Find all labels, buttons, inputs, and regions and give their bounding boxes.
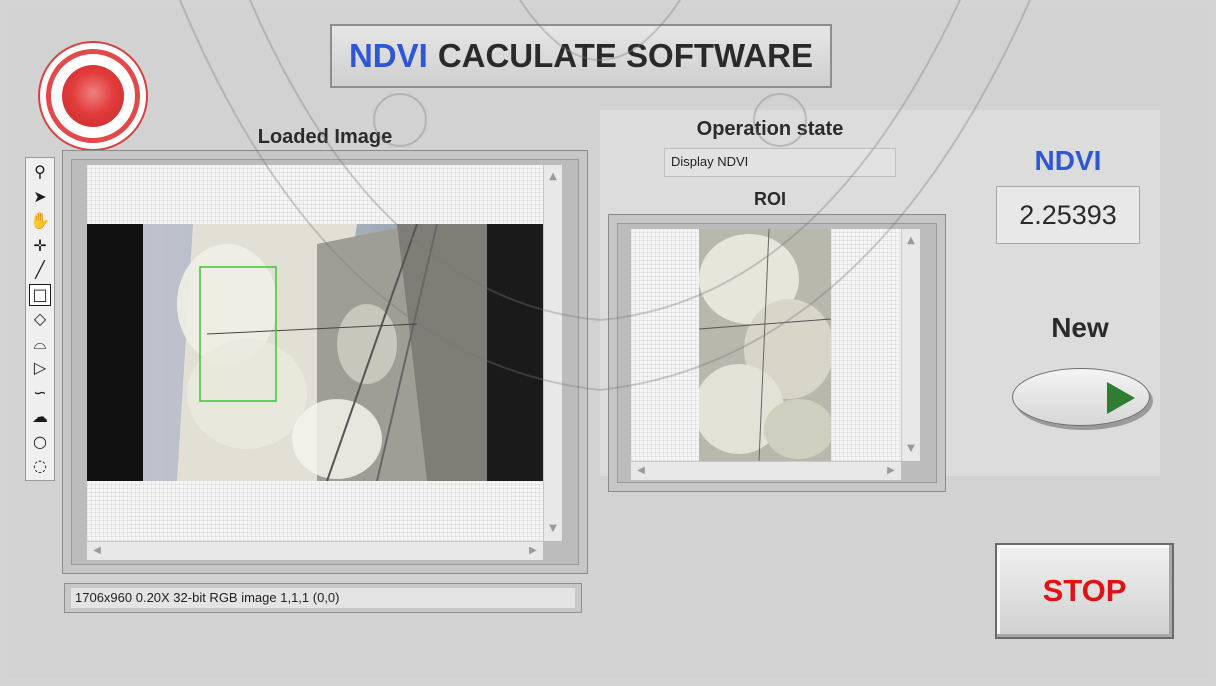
select-arrow-icon[interactable]: ➤: [29, 186, 51, 208]
polygon-icon[interactable]: ▷: [29, 357, 51, 379]
annulus-icon[interactable]: ⌓: [29, 333, 51, 355]
ndvi-value-indicator: 2.25393: [996, 186, 1140, 244]
roi-canvas[interactable]: [631, 229, 901, 461]
roi-scroll-down-icon[interactable]: ▼: [903, 441, 919, 457]
image-info-bar: 1706x960 0.20X 32-bit RGB image 1,1,1 (0…: [64, 583, 582, 613]
title-accent: NDVI: [348, 37, 428, 74]
scroll-right-icon[interactable]: ▶: [525, 543, 541, 559]
vertical-scrollbar[interactable]: ▲ ▼: [543, 165, 562, 541]
tool-palette: ⚲ ➤ ✋ ✛ ╱ □ ◇ ⌓ ▷ ∽ ☁ ○ ◌: [25, 157, 55, 481]
scroll-left-icon[interactable]: ◀: [89, 543, 105, 559]
operation-state-indicator: Display NDVI: [664, 148, 896, 177]
loaded-image-label: Loaded Image: [257, 126, 393, 148]
roi-scroll-up-icon[interactable]: ▲: [903, 233, 919, 249]
roi-horizontal-scrollbar[interactable]: ◀ ▶: [631, 461, 901, 480]
freehand-region-icon[interactable]: ☁: [29, 406, 51, 428]
scroll-down-icon[interactable]: ▼: [545, 521, 561, 537]
stop-button[interactable]: STOP: [995, 543, 1174, 639]
university-logo: [38, 41, 148, 151]
rectangle-icon[interactable]: □: [29, 283, 51, 306]
ndvi-label: NDVI: [1034, 145, 1102, 176]
play-icon: [1107, 382, 1135, 414]
broken-annulus-icon[interactable]: ◌: [29, 455, 51, 477]
horizontal-scrollbar[interactable]: ◀ ▶: [87, 541, 543, 560]
roi-vertical-scrollbar[interactable]: ▲ ▼: [901, 229, 920, 461]
line-icon[interactable]: ╱: [29, 259, 51, 281]
loaded-image-display[interactable]: ▲ ▼ ◀ ▶: [62, 150, 588, 574]
image-canvas[interactable]: [87, 165, 543, 541]
point-icon[interactable]: ✛: [29, 235, 51, 257]
freehand-line-icon[interactable]: ∽: [29, 382, 51, 404]
title-text: CACULATE SOFTWARE: [437, 37, 814, 74]
roi-scroll-left-icon[interactable]: ◀: [633, 463, 649, 479]
operation-state-label: Operation state: [696, 118, 844, 140]
app-title: NDVI CACULATE SOFTWARE: [330, 24, 832, 88]
loaded-photo: [87, 224, 543, 481]
new-label: New: [1051, 312, 1109, 343]
roi-label: ROI: [753, 189, 786, 209]
rotated-rectangle-icon[interactable]: ◇: [29, 308, 51, 330]
photo-svg: [87, 224, 543, 481]
zoom-icon[interactable]: ⚲: [29, 161, 51, 183]
image-info-text: 1706x960 0.20X 32-bit RGB image 1,1,1 (0…: [71, 588, 575, 608]
new-button[interactable]: [1012, 368, 1150, 426]
pan-hand-icon[interactable]: ✋: [29, 210, 51, 232]
oval-icon[interactable]: ○: [29, 431, 51, 453]
roi-scroll-right-icon[interactable]: ▶: [883, 463, 899, 479]
roi-image-display[interactable]: ▲ ▼ ◀ ▶: [608, 214, 946, 492]
roi-photo: [699, 229, 831, 461]
logo-emblem: [62, 65, 124, 127]
scroll-up-icon[interactable]: ▲: [545, 169, 561, 185]
roi-photo-svg: [699, 229, 831, 461]
